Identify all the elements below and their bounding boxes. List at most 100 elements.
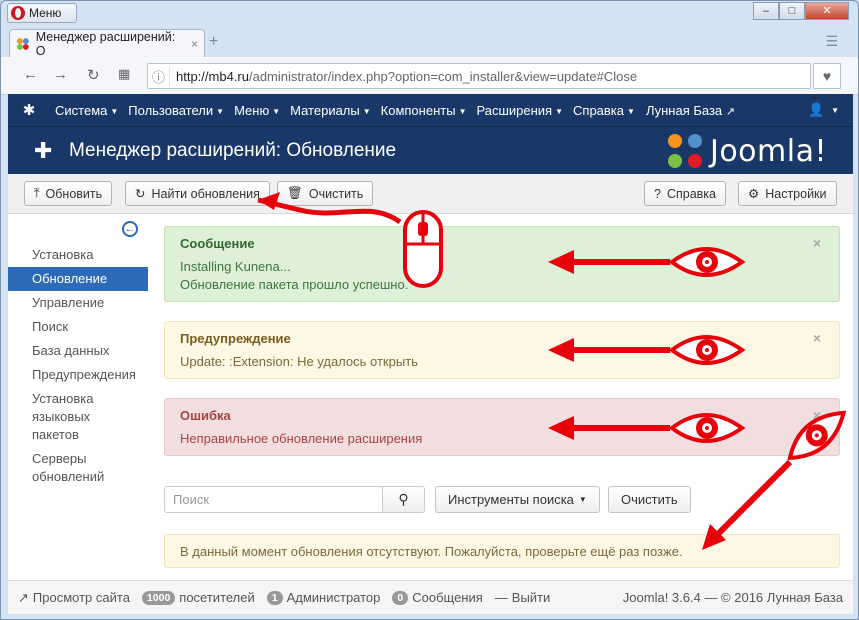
joomla-logo-icon	[667, 134, 702, 168]
clear-cache-button[interactable]: 🗑 Очистить	[277, 181, 374, 206]
window-controls: – □ ✕	[753, 2, 849, 20]
grid-icon[interactable]: ▦	[118, 66, 130, 82]
alert-line: Installing Kunena...	[180, 259, 291, 274]
title-bar: Меню – □ ✕	[1, 1, 858, 25]
brand-wordmark: Joomla!	[709, 133, 827, 169]
menu-users[interactable]: Пользователи ▼	[123, 103, 229, 118]
button-label: Справка	[666, 186, 716, 201]
status-bar: ↗ Просмотр сайта 1000 посетителей 1 Админис…	[8, 580, 853, 614]
page-header: ✚ Менеджер расширений: Обновление Joomla…	[8, 126, 853, 174]
sidebar-item-manage[interactable]: Управление	[8, 294, 148, 312]
close-icon[interactable]: ×	[813, 235, 821, 251]
maximize-button[interactable]: □	[779, 2, 805, 20]
menu-help[interactable]: Справка ▼	[568, 103, 640, 118]
tab-close-icon[interactable]: ×	[191, 37, 198, 51]
question-icon: ?	[654, 186, 661, 201]
alert-heading: Предупреждение	[180, 331, 291, 346]
find-updates-button[interactable]: ↻ Найти обновления	[125, 181, 270, 206]
trash-icon: 🗑	[287, 186, 303, 200]
messages-link[interactable]: 0 Сообщения	[392, 590, 483, 605]
button-label: Обновить	[45, 186, 103, 201]
sidebar-item-discover[interactable]: Поиск	[8, 318, 148, 336]
menu-components[interactable]: Компоненты ▼	[376, 103, 472, 118]
status-label: Выйти	[511, 590, 551, 605]
logout-link[interactable]: — Выйти	[495, 590, 551, 605]
sidebar-item-languages[interactable]: Установка языковых пакетов	[8, 390, 148, 444]
close-icon[interactable]: ×	[813, 330, 821, 346]
alert-line: Неправильное обновление расширения	[180, 431, 423, 446]
menu-system[interactable]: Система ▼	[50, 103, 123, 118]
tab-title: Менеджер расширений: О	[35, 29, 176, 58]
url-host: http://mb4.ru	[176, 68, 249, 84]
gear-icon: ⚙	[748, 187, 760, 201]
page-info-icon[interactable]: ⓘ	[148, 66, 170, 86]
opera-menu-button[interactable]: Меню	[7, 3, 77, 23]
user-icon[interactable]: 👤 ▼	[808, 102, 839, 118]
refresh-icon: ↻	[135, 187, 146, 201]
external-link-icon: ↗	[725, 105, 736, 118]
button-label: Очистить	[308, 186, 364, 201]
new-tab-icon[interactable]: +	[209, 33, 218, 51]
external-link-icon: ↗	[18, 589, 29, 605]
alert-heading: Ошибка	[180, 408, 231, 423]
settings-button[interactable]: ⚙ Настройки	[738, 181, 837, 206]
forward-arrow-icon[interactable]: →	[53, 66, 68, 83]
menu-label: Справка	[573, 102, 625, 118]
success-alert: Сообщение Installing Kunena... Обновлени…	[164, 226, 840, 302]
admin-menu-bar: ✱ Система ▼ Пользователи ▼ Меню ▼ Материалы…	[8, 94, 853, 126]
version-text: Joomla! 3.6.4 — © 2016 Лунная База	[622, 590, 843, 605]
sidebar-item-update-sites[interactable]: Серверы обновлений	[8, 450, 148, 486]
caret-down-icon: ▼	[578, 495, 587, 504]
menu-label: Пользователи	[128, 102, 214, 118]
menu-menus[interactable]: Меню ▼	[229, 103, 285, 118]
main-content: ← Установка Обновление Управление Поиск …	[8, 214, 853, 580]
sidebar-item-update[interactable]: Обновление	[8, 267, 148, 291]
menu-label: Система	[55, 102, 108, 118]
reload-icon[interactable]: ↻	[87, 66, 100, 84]
joomla-tab-icon	[16, 37, 29, 50]
help-button[interactable]: ? Справка	[644, 181, 726, 206]
page-title: Менеджер расширений: Обновление	[69, 140, 397, 161]
update-button[interactable]: ⤒ Обновить	[24, 181, 113, 206]
heart-icon[interactable]: ♥	[813, 63, 841, 89]
visitors-badge: 1000	[141, 590, 176, 605]
minimize-button[interactable]: –	[753, 2, 779, 20]
clear-filters-button[interactable]: Очистить	[608, 486, 691, 513]
messages-badge: 0	[392, 590, 409, 605]
no-updates-notice: В данный момент обновления отсутствуют. …	[164, 534, 840, 568]
close-window-button[interactable]: ✕	[805, 2, 849, 20]
warning-alert: Предупреждение Update: :Extension: Не уд…	[164, 321, 840, 379]
address-toolbar: ← → ↻ ▦ ⓘ http://mb4.ru/administrator/in…	[1, 57, 858, 95]
button-label: Найти обновления	[151, 186, 260, 201]
joomla-icon[interactable]: ✱	[8, 101, 50, 119]
alert-heading: Сообщение	[180, 236, 255, 251]
menu-label: Меню	[29, 6, 62, 20]
search-input[interactable]: Поиск	[164, 486, 383, 513]
search-button[interactable]: ⚲	[383, 486, 425, 513]
sidebar-item-warnings[interactable]: Предупреждения	[8, 366, 148, 384]
back-arrow-icon[interactable]: ←	[23, 66, 38, 83]
collapse-icon[interactable]: ←	[122, 221, 138, 237]
site-link[interactable]: Лунная База ↗	[646, 103, 735, 118]
tab-menu-icon[interactable]: ☰	[825, 33, 838, 50]
admins-status: 1 Администратор	[266, 590, 380, 605]
browser-tab[interactable]: Менеджер расширений: О ×	[9, 29, 205, 58]
sidebar: ← Установка Обновление Управление Поиск …	[8, 214, 148, 514]
address-field[interactable]: ⓘ http://mb4.ru/administrator/index.php?…	[147, 63, 811, 89]
alert-line: Update: :Extension: Не удалось открыть	[180, 354, 418, 369]
sidebar-item-database[interactable]: База данных	[8, 342, 148, 360]
search-tools-button[interactable]: Инструменты поиска ▼	[435, 486, 600, 513]
menu-label: Компоненты	[380, 102, 456, 118]
menu-label: Меню	[234, 102, 270, 118]
menu-label: Расширения	[476, 102, 553, 118]
search-icon: ⚲	[398, 491, 409, 507]
status-label: Просмотр сайта	[32, 590, 130, 605]
menu-extensions[interactable]: Расширения ▼	[471, 103, 568, 118]
button-label: Инструменты поиска	[448, 492, 574, 507]
status-label: Сообщения	[412, 590, 483, 605]
sidebar-item-install[interactable]: Установка	[8, 246, 148, 264]
view-site-link[interactable]: ↗ Просмотр сайта	[18, 590, 130, 606]
close-icon[interactable]: ×	[813, 407, 821, 423]
menu-content[interactable]: Материалы ▼	[285, 103, 376, 118]
site-name: Лунная База	[645, 102, 723, 118]
